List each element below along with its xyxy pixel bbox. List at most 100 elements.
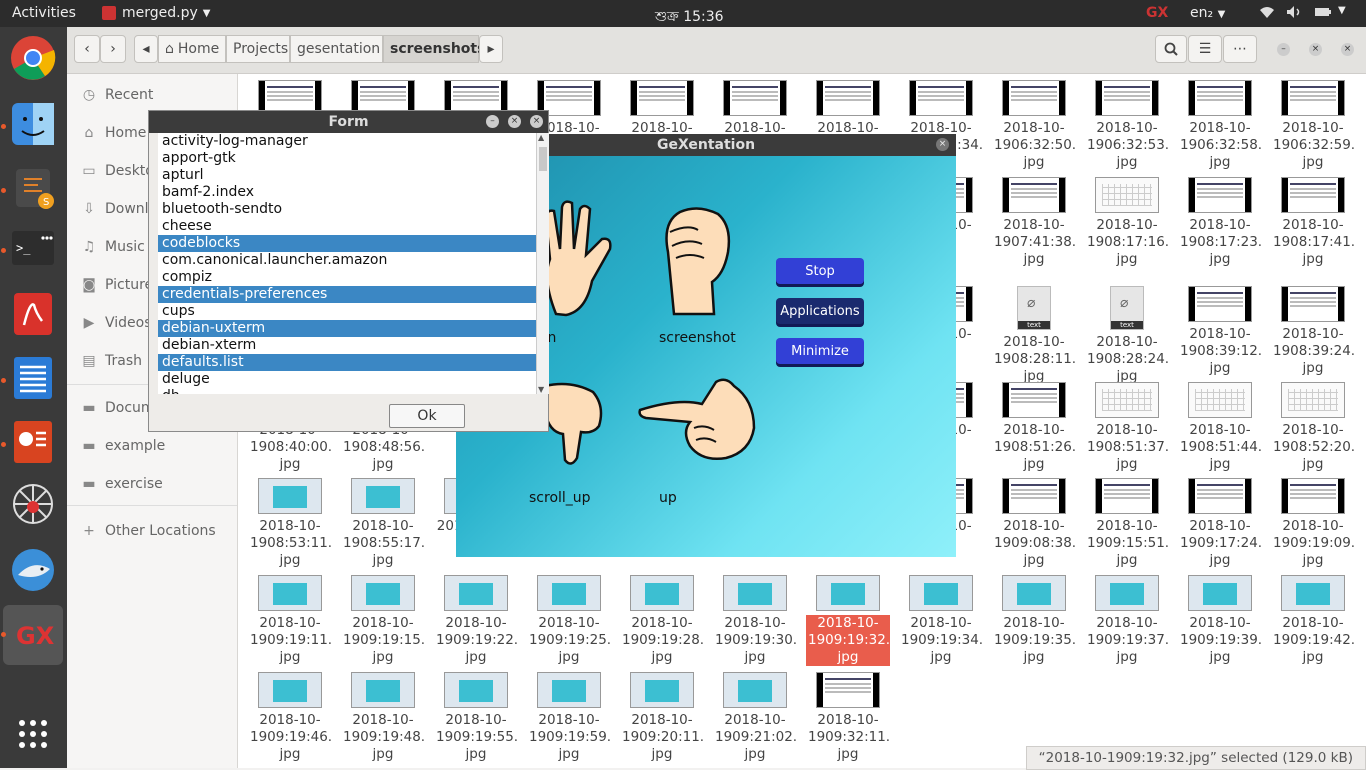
list-item[interactable]: dh: [158, 388, 536, 394]
app-menu[interactable]: merged.py ▼: [102, 5, 210, 21]
file-item[interactable]: 2018-10- 1907:41:38. jpg: [992, 177, 1076, 268]
file-item[interactable]: 2018-10- 1908:53:11. jpg: [248, 478, 332, 569]
file-item[interactable]: 2018-10- 1909:17:24. jpg: [1178, 478, 1262, 569]
file-item[interactable]: 2018-10- 1908:17:41. jpg: [1271, 177, 1355, 268]
path-scroll-left-button[interactable]: ◂: [134, 35, 158, 63]
file-item[interactable]: 2018-10- 1909:19:55. jpg: [434, 672, 518, 763]
terminal-launcher[interactable]: >_: [6, 221, 60, 275]
maximize-window-button[interactable]: ×: [508, 115, 521, 128]
file-item[interactable]: 2018-10- 1909:15:51. jpg: [1085, 478, 1169, 569]
system-menu-chevron-icon[interactable]: ▼: [1338, 5, 1346, 16]
sidebar-item-example[interactable]: ▬ example: [67, 431, 237, 461]
file-item[interactable]: 2018-10- 1909:19:34. jpg: [899, 575, 983, 666]
file-item[interactable]: 2018-10- 1908:39:24. jpg: [1271, 286, 1355, 377]
file-item[interactable]: 2018-10- 1906:32:53. jpg: [1085, 80, 1169, 171]
list-scrollbar[interactable]: ▲ ▼: [536, 133, 549, 394]
forward-button[interactable]: ›: [100, 35, 126, 63]
scroll-up-arrow-icon[interactable]: ▲: [538, 133, 544, 142]
breadcrumb-home[interactable]: ⌂ Home: [158, 35, 226, 63]
file-item[interactable]: 2018-10- 1909:19:28. jpg: [620, 575, 704, 666]
file-item[interactable]: 2018-10- 1908:39:12. jpg: [1178, 286, 1262, 377]
list-item[interactable]: apport-gtk: [158, 150, 536, 167]
sidebar-item-recent[interactable]: ◷ Recent: [67, 80, 237, 110]
file-item[interactable]: 2018-10- 1909:21:02. jpg: [713, 672, 797, 763]
file-item[interactable]: 2018-10- 1909:19:42. jpg: [1271, 575, 1355, 666]
gexentation-tray-icon[interactable]: GX: [1146, 5, 1168, 21]
list-view-button[interactable]: ☰: [1188, 35, 1222, 63]
chrome-launcher[interactable]: [6, 31, 60, 85]
list-item[interactable]: activity-log-manager: [158, 133, 536, 150]
file-item[interactable]: 2018-10- 1909:08:38. jpg: [992, 478, 1076, 569]
maximize-window-button[interactable]: ×: [1309, 43, 1322, 56]
file-item[interactable]: 2018-10- 1909:19:37. jpg: [1085, 575, 1169, 666]
file-item[interactable]: 2018-10- 1909:20:11. jpg: [620, 672, 704, 763]
file-item[interactable]: 2018-10- 1908:51:26. jpg: [992, 382, 1076, 473]
file-item[interactable]: 2018-10- 1909:19:30. jpg: [713, 575, 797, 666]
breadcrumb-projects[interactable]: Projects: [226, 35, 290, 63]
list-item[interactable]: codeblocks: [158, 235, 536, 252]
shark-launcher[interactable]: [6, 543, 60, 597]
scroll-down-arrow-icon[interactable]: ▼: [538, 385, 544, 394]
minimize-window-button[interactable]: –: [486, 115, 499, 128]
applications-button[interactable]: Applications: [776, 298, 864, 324]
spider-launcher[interactable]: [6, 477, 60, 531]
file-item[interactable]: 2018-10- 1909:19:09. jpg: [1271, 478, 1355, 569]
breadcrumb-screenshots[interactable]: screenshots: [383, 35, 485, 63]
file-item[interactable]: 2018-10-: [806, 80, 890, 137]
file-item[interactable]: 2018-10- 1909:19:25. jpg: [527, 575, 611, 666]
file-item[interactable]: 2018-10- 1909:32:11. jpg: [806, 672, 890, 763]
show-applications-button[interactable]: [6, 707, 60, 761]
file-item[interactable]: 2018-10- 1908:55:17. jpg: [341, 478, 425, 569]
list-item[interactable]: bamf-2.index: [158, 184, 536, 201]
list-item[interactable]: apturl: [158, 167, 536, 184]
list-item[interactable]: defaults.list: [158, 354, 536, 371]
close-window-button[interactable]: ×: [936, 138, 949, 151]
sublime-text-launcher[interactable]: S: [6, 161, 60, 215]
file-item[interactable]: 2018-10- 1909:19:35. jpg: [992, 575, 1076, 666]
file-item[interactable]: 2018-10- 1908:52:20. jpg: [1271, 382, 1355, 473]
file-item[interactable]: 2018-10- 1906:32:59. jpg: [1271, 80, 1355, 171]
file-item[interactable]: 2018-10- 1906:32:50. jpg: [992, 80, 1076, 171]
clock[interactable]: শুক্র 15:36: [655, 5, 724, 29]
list-item[interactable]: cups: [158, 303, 536, 320]
volume-icon[interactable]: [1286, 5, 1302, 23]
file-item[interactable]: 2018-10-: [713, 80, 797, 137]
writer-launcher[interactable]: [6, 351, 60, 405]
sidebar-item-exercise[interactable]: ▬ exercise: [67, 469, 237, 499]
scrollbar-thumb[interactable]: [539, 147, 547, 171]
activities-button[interactable]: Activities: [12, 5, 76, 21]
file-item[interactable]: 2018-10- 1908:51:37. jpg: [1085, 382, 1169, 473]
close-window-button[interactable]: ×: [530, 115, 543, 128]
file-item[interactable]: 2018-10- 1909:19:15. jpg: [341, 575, 425, 666]
file-item[interactable]: 2018-10- 1906:32:58. jpg: [1178, 80, 1262, 171]
minimize-window-button[interactable]: –: [1277, 43, 1290, 56]
list-item[interactable]: compiz: [158, 269, 536, 286]
back-button[interactable]: ‹: [74, 35, 100, 63]
file-item[interactable]: 2018-10- 1909:19:39. jpg: [1178, 575, 1262, 666]
ok-button[interactable]: Ok: [389, 404, 465, 428]
list-item[interactable]: credentials-preferences: [158, 286, 536, 303]
file-item[interactable]: 2018-10-: [620, 80, 704, 137]
search-button[interactable]: [1155, 35, 1187, 63]
impress-launcher[interactable]: [6, 415, 60, 469]
file-item[interactable]: text ⌀ 2018-10- 1908:28:11. jpg: [992, 286, 1076, 385]
file-item[interactable]: 2018-10- 1909:19:22. jpg: [434, 575, 518, 666]
list-item[interactable]: bluetooth-sendto: [158, 201, 536, 218]
path-scroll-right-button[interactable]: ▸: [479, 35, 503, 63]
close-window-button[interactable]: ×: [1341, 43, 1354, 56]
file-item[interactable]: 2018-10- 1908:17:16. jpg: [1085, 177, 1169, 268]
list-item[interactable]: com.canonical.launcher.amazon: [158, 252, 536, 269]
list-item[interactable]: debian-uxterm: [158, 320, 536, 337]
pdf-reader-launcher[interactable]: [6, 287, 60, 341]
file-item[interactable]: text ⌀ 2018-10- 1908:28:24. jpg: [1085, 286, 1169, 385]
list-item[interactable]: cheese: [158, 218, 536, 235]
battery-icon[interactable]: [1314, 5, 1332, 23]
wifi-icon[interactable]: [1259, 5, 1275, 23]
language-indicator[interactable]: en₂ ▼: [1190, 5, 1225, 21]
file-item[interactable]: 2018-10- 1909:19:11. jpg: [248, 575, 332, 666]
list-item[interactable]: debian-xterm: [158, 337, 536, 354]
application-list[interactable]: activity-log-manager apport-gtk apturl bamf…: [158, 133, 536, 394]
menu-button[interactable]: ⋯: [1223, 35, 1257, 63]
minimize-button[interactable]: Minimize: [776, 338, 864, 364]
finder-launcher[interactable]: [6, 97, 60, 151]
